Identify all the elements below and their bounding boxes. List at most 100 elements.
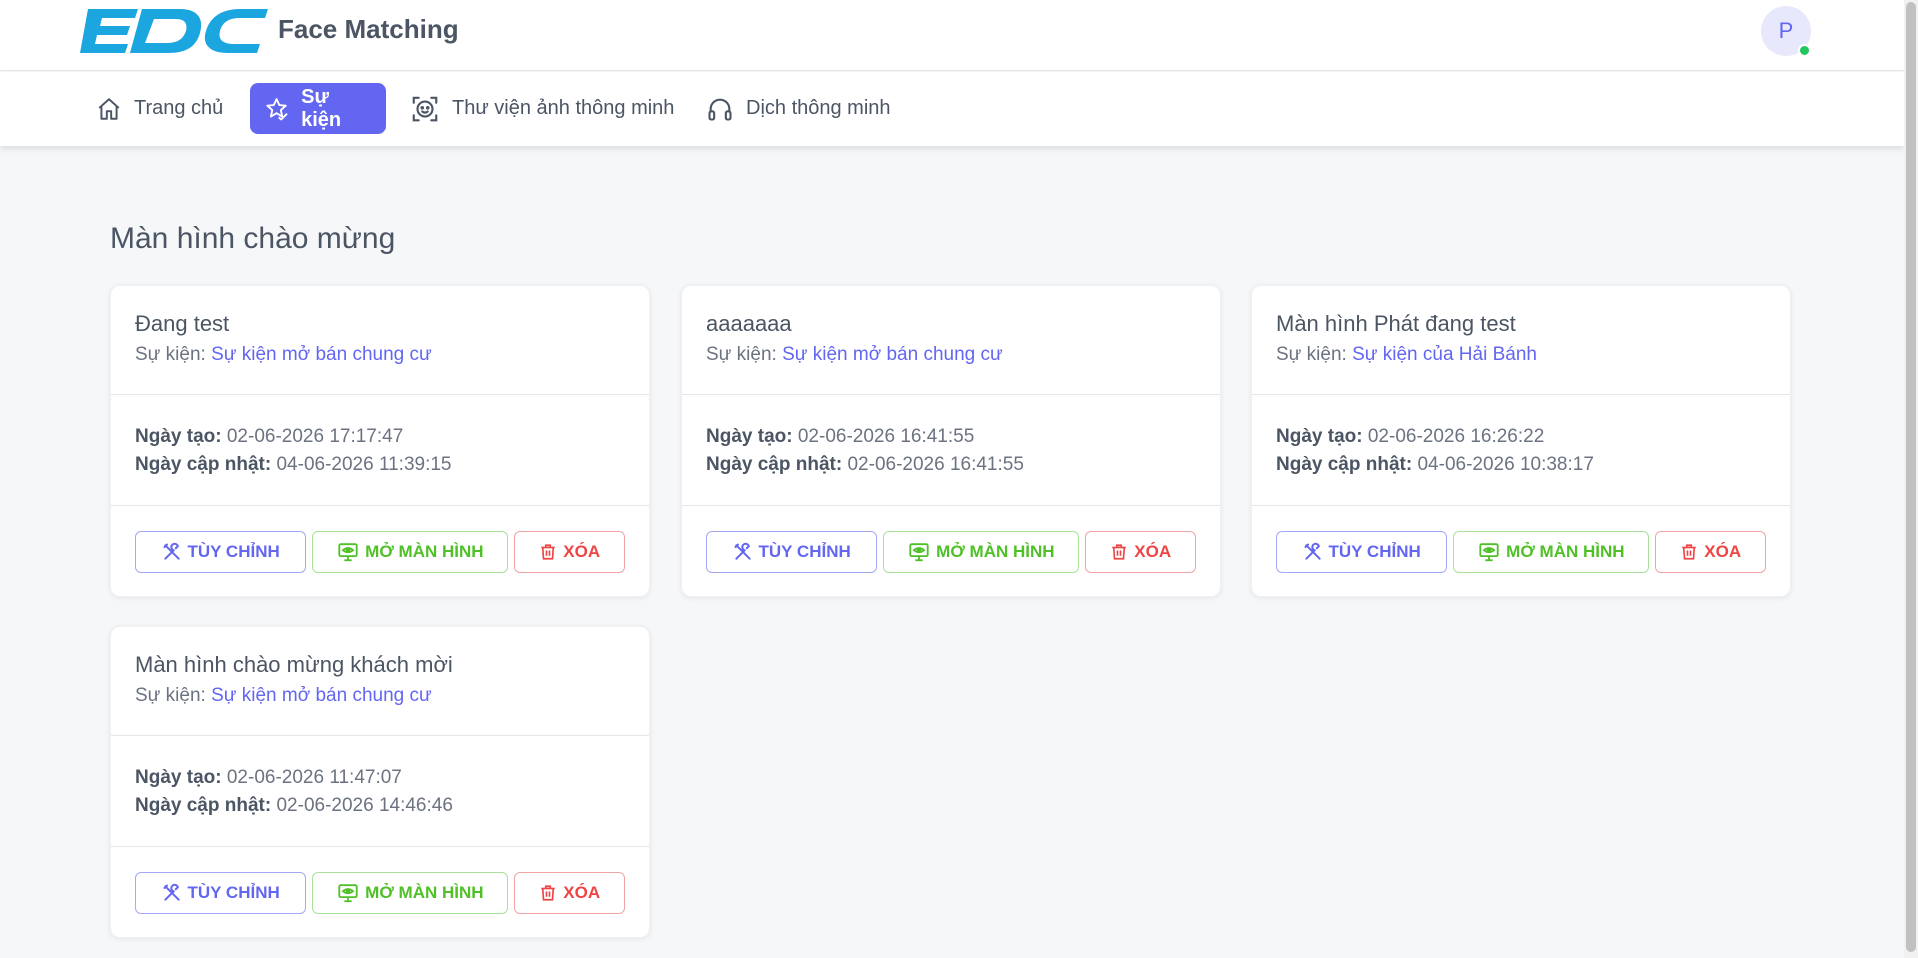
nav-label-smart-translate: Dịch thông minh (746, 97, 891, 119)
card-actions: TÙY CHỈNH MỞ MÀN HÌNH XÓA (1252, 506, 1790, 573)
open-screen-label: MỞ MÀN HÌNH (365, 883, 484, 902)
top-header: Face Matching P (0, 0, 1904, 71)
edc-logo[interactable] (80, 7, 270, 55)
open-screen-button[interactable]: MỞ MÀN HÌNH (883, 531, 1080, 573)
tools-icon (734, 542, 751, 560)
updated-value: 02-06-2026 14:46:46 (276, 795, 453, 816)
trash-icon (1682, 544, 1697, 560)
created-label: Ngày tạo: (135, 426, 222, 447)
created-row: Ngày tạo: 02-06-2026 16:41:55 (706, 423, 1196, 451)
customize-label: TÙY CHỈNH (758, 542, 851, 561)
card-dates: Ngày tạo: 02-06-2026 16:26:22 Ngày cập n… (1252, 395, 1790, 506)
headphones-icon (708, 98, 732, 121)
delete-label: XÓA (1134, 542, 1172, 561)
home-icon (98, 97, 120, 120)
trash-icon (1112, 544, 1127, 560)
nav-label-events: Sự kiện (301, 85, 342, 131)
scrollbar-thumb[interactable] (1906, 2, 1916, 952)
open-screen-button[interactable]: MỞ MÀN HÌNH (1453, 531, 1650, 573)
nav-item-smart-gallery[interactable]: Thư viện ảnh thông minh (396, 83, 688, 134)
card-dates: Ngày tạo: 02-06-2026 16:41:55 Ngày cập n… (682, 395, 1220, 506)
updated-row: Ngày cập nhật: 04-06-2026 10:38:17 (1276, 451, 1766, 479)
event-label: Sự kiện: (706, 344, 777, 365)
event-link[interactable]: Sự kiện mở bán chung cư (211, 344, 432, 365)
card-event: Sự kiện: Sự kiện mở bán chung cư (135, 344, 625, 366)
created-label: Ngày tạo: (135, 767, 222, 788)
tools-icon (1304, 542, 1321, 560)
customize-button[interactable]: TÙY CHỈNH (1276, 531, 1448, 573)
open-screen-button[interactable]: MỞ MÀN HÌNH (312, 531, 509, 573)
open-screen-label: MỞ MÀN HÌNH (936, 542, 1055, 561)
event-link[interactable]: Sự kiện của Hải Bánh (1352, 344, 1537, 365)
open-screen-button[interactable]: MỞ MÀN HÌNH (312, 872, 509, 914)
delete-label: XÓA (1704, 542, 1742, 561)
card-dates: Ngày tạo: 02-06-2026 11:47:07 Ngày cập n… (111, 736, 649, 847)
delete-button[interactable]: XÓA (514, 872, 625, 914)
page-title: Màn hình chào mừng (110, 222, 396, 255)
nav-item-home[interactable]: Trang chủ (82, 83, 237, 134)
created-value: 02-06-2026 11:47:07 (226, 767, 402, 788)
trash-icon (541, 544, 556, 560)
nav-label-smart-gallery: Thư viện ảnh thông minh (452, 97, 675, 119)
customize-label: TÙY CHỈNH (187, 883, 280, 902)
screen-card: Đang test Sự kiện: Sự kiện mở bán chung … (110, 285, 650, 597)
customize-label: TÙY CHỈNH (1328, 542, 1421, 561)
created-row: Ngày tạo: 02-06-2026 17:17:47 (135, 423, 625, 451)
card-title: Đang test (135, 311, 230, 336)
card-event: Sự kiện: Sự kiện mở bán chung cư (135, 685, 625, 707)
created-value: 02-06-2026 16:41:55 (797, 426, 975, 447)
card-header: aaaaaaa Sự kiện: Sự kiện mở bán chung cư (682, 286, 1220, 395)
customize-button[interactable]: TÙY CHỈNH (706, 531, 878, 573)
created-label: Ngày tạo: (1276, 426, 1363, 447)
open-screen-label: MỞ MÀN HÌNH (1506, 542, 1625, 561)
monitor-eye-icon (909, 543, 929, 562)
created-row: Ngày tạo: 02-06-2026 16:26:22 (1276, 423, 1766, 451)
event-label: Sự kiện: (135, 685, 206, 706)
updated-row: Ngày cập nhật: 02-06-2026 14:46:46 (135, 792, 625, 820)
monitor-eye-icon (338, 884, 358, 903)
card-actions: TÙY CHỈNH MỞ MÀN HÌNH XÓA (111, 506, 649, 573)
card-header: Màn hình Phát đang test Sự kiện: Sự kiện… (1252, 286, 1790, 395)
app-title: Face Matching (278, 14, 459, 44)
nav-item-smart-translate[interactable]: Dịch thông minh (692, 83, 905, 134)
delete-button[interactable]: XÓA (1655, 531, 1766, 573)
event-link[interactable]: Sự kiện mở bán chung cư (211, 685, 432, 706)
online-status-dot (1798, 44, 1811, 57)
monitor-eye-icon (1479, 543, 1499, 562)
created-label: Ngày tạo: (706, 426, 793, 447)
delete-label: XÓA (563, 542, 601, 561)
updated-label: Ngày cập nhật: (135, 454, 272, 475)
event-label: Sự kiện: (1276, 344, 1347, 365)
avatar-initial: P (1778, 18, 1794, 43)
trash-icon (541, 885, 556, 901)
customize-button[interactable]: TÙY CHỈNH (135, 531, 307, 573)
delete-button[interactable]: XÓA (514, 531, 625, 573)
updated-label: Ngày cập nhật: (135, 795, 272, 816)
event-label: Sự kiện: (135, 344, 206, 365)
screen-card: aaaaaaa Sự kiện: Sự kiện mở bán chung cư… (681, 285, 1221, 597)
card-actions: TÙY CHỈNH MỞ MÀN HÌNH XÓA (682, 506, 1220, 573)
nav-item-events[interactable]: Sự kiện (250, 83, 386, 134)
nav-label-home: Trang chủ (134, 97, 224, 119)
updated-value: 04-06-2026 10:38:17 (1417, 454, 1594, 475)
card-title: aaaaaaa (706, 311, 792, 336)
card-header: Đang test Sự kiện: Sự kiện mở bán chung … (111, 286, 649, 395)
card-dates: Ngày tạo: 02-06-2026 17:17:47 Ngày cập n… (111, 395, 649, 506)
tools-icon (163, 542, 180, 560)
card-event: Sự kiện: Sự kiện mở bán chung cư (706, 344, 1196, 366)
customize-button[interactable]: TÙY CHỈNH (135, 872, 307, 914)
tools-icon (163, 883, 180, 901)
delete-button[interactable]: XÓA (1085, 531, 1196, 573)
monitor-eye-icon (338, 543, 358, 562)
screen-card: Màn hình Phát đang test Sự kiện: Sự kiện… (1251, 285, 1791, 597)
updated-label: Ngày cập nhật: (706, 454, 843, 475)
customize-label: TÙY CHỈNH (187, 542, 280, 561)
card-actions: TÙY CHỈNH MỞ MÀN HÌNH XÓA (111, 847, 649, 914)
star-check-icon (266, 97, 288, 120)
event-link[interactable]: Sự kiện mở bán chung cư (782, 344, 1003, 365)
updated-value: 02-06-2026 16:41:55 (847, 454, 1024, 475)
created-row: Ngày tạo: 02-06-2026 11:47:07 (135, 764, 625, 792)
screen-card: Màn hình chào mừng khách mời Sự kiện: Sự… (110, 626, 650, 938)
card-title: Màn hình chào mừng khách mời (135, 652, 453, 677)
card-title: Màn hình Phát đang test (1276, 311, 1516, 336)
